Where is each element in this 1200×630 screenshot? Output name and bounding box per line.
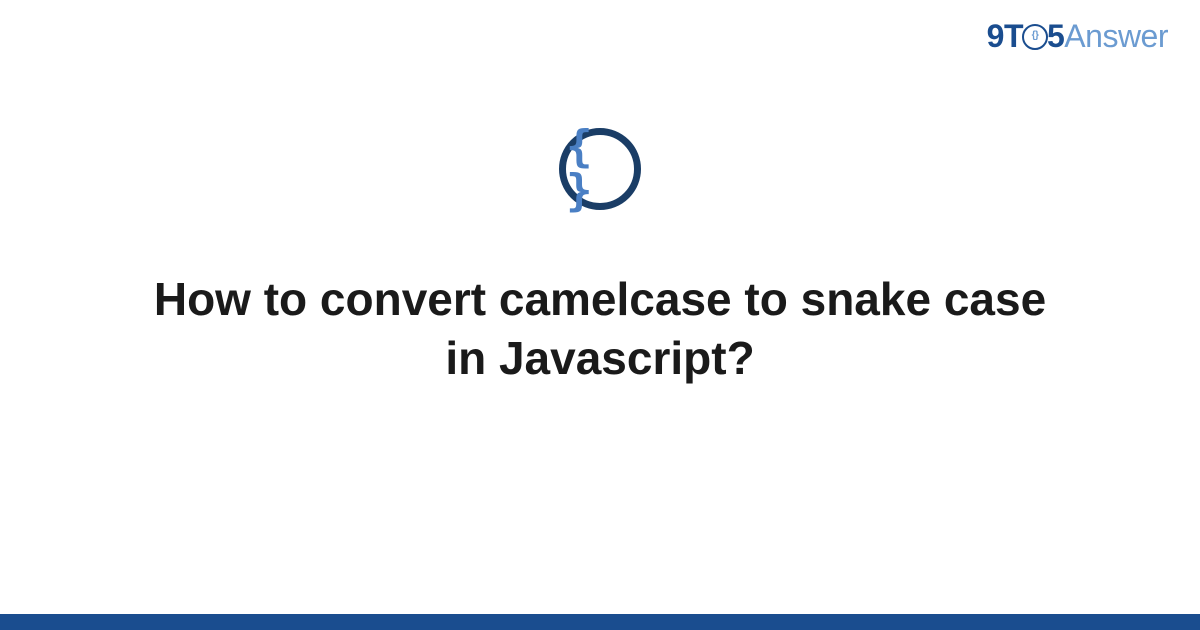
logo-clock-inner: {} <box>1032 30 1039 41</box>
site-header: 9T {} 5Answer <box>987 18 1168 55</box>
footer-accent-bar <box>0 614 1200 630</box>
logo-text-mid: 5 <box>1047 18 1064 54</box>
logo-text-suffix: Answer <box>1064 18 1168 54</box>
category-icon-circle: { } <box>559 128 641 210</box>
page-title: How to convert camelcase to snake case i… <box>150 270 1050 388</box>
logo-text-prefix: 9T <box>987 18 1023 54</box>
logo-clock-icon: {} <box>1022 24 1048 50</box>
site-logo[interactable]: 9T {} 5Answer <box>987 18 1168 55</box>
code-braces-icon: { } <box>566 125 634 213</box>
main-content: { } How to convert camelcase to snake ca… <box>0 128 1200 388</box>
